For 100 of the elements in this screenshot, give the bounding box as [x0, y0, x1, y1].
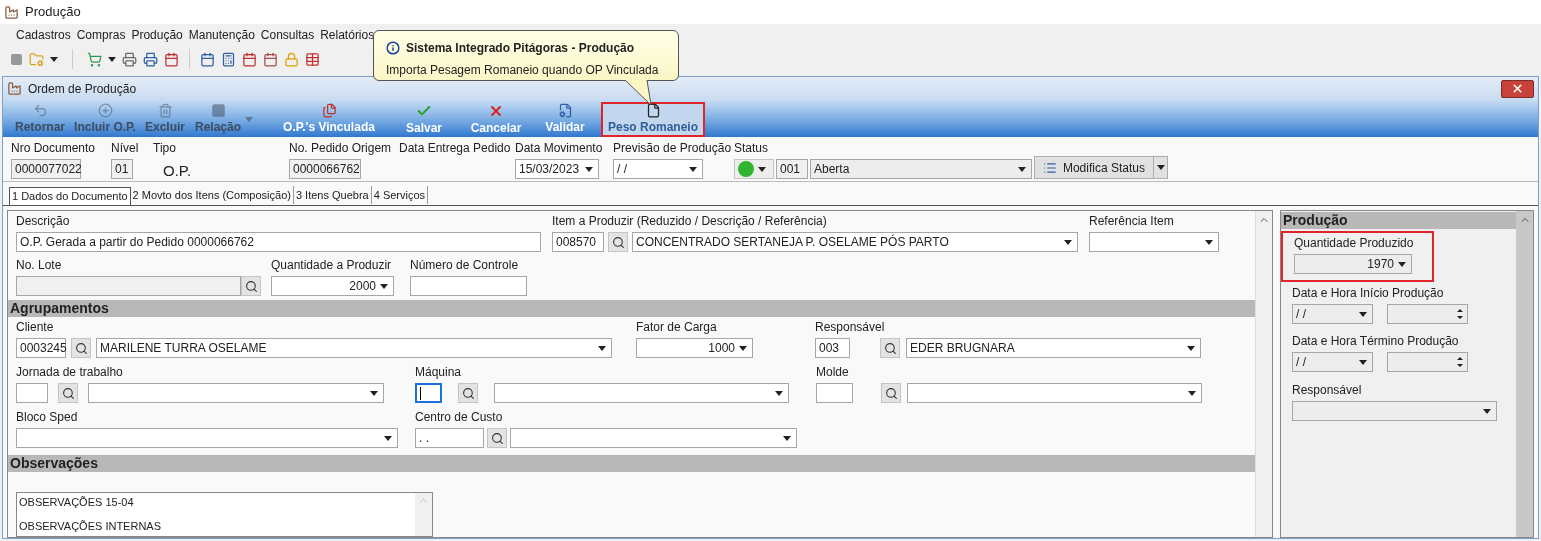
search-button[interactable]: [881, 383, 901, 403]
dropdown-field[interactable]: [510, 428, 797, 448]
list-icon: [1043, 160, 1057, 175]
dropdown-caret-icon: [384, 435, 392, 441]
dropdown-caret-icon: [1205, 239, 1213, 245]
dropdown-field[interactable]: Aberta: [810, 159, 1032, 179]
field-label: Molde: [816, 364, 850, 380]
dropdown-field[interactable]: 15/03/2023: [515, 159, 599, 179]
field-label: Jornada de trabalho: [16, 364, 124, 380]
dropdown-field[interactable]: / /: [1292, 352, 1373, 372]
field-label: Cliente: [16, 319, 55, 335]
toolbar-button[interactable]: Peso Romaneio: [601, 102, 705, 137]
dropdown-field[interactable]: [494, 383, 789, 403]
input-field[interactable]: [410, 276, 527, 296]
field-label: Responsável: [1292, 382, 1363, 398]
dropdown-field[interactable]: CONCENTRADO SERTANEJA P. OSELAME PÓS PARTO: [632, 232, 1078, 252]
dropdown-caret-icon: [1359, 359, 1367, 365]
tab[interactable]: 2 Movto dos Itens (Composição): [130, 186, 294, 204]
dropdown-caret-icon: [1187, 345, 1195, 351]
menu-item[interactable]: Compras: [76, 26, 126, 44]
calendar-icon[interactable]: [200, 51, 215, 67]
dropdown-caret-icon: [1359, 311, 1367, 317]
documents-icon: [321, 103, 337, 118]
calendar-icon[interactable]: [242, 51, 257, 67]
dropdown-caret-icon: [689, 166, 697, 172]
dropdown-field[interactable]: [907, 383, 1202, 403]
table-icon[interactable]: [305, 51, 320, 67]
field-label: Item a Produzir (Reduzido / Descrição / Referência): [552, 213, 828, 229]
search-button[interactable]: [880, 338, 900, 358]
field-label: Status: [734, 140, 770, 156]
document-type: O.P.: [163, 161, 193, 181]
field-label: Bloco Sped: [16, 409, 79, 425]
calendar-icon[interactable]: [263, 51, 278, 67]
search-icon: [461, 386, 475, 400]
dropdown-field[interactable]: EDER BRUGNARA: [906, 338, 1201, 358]
input-field[interactable]: 0000077022: [11, 159, 81, 179]
input-field[interactable]: [415, 383, 442, 403]
dropdown-field[interactable]: [88, 383, 384, 403]
search-button[interactable]: [241, 276, 261, 296]
search-icon: [611, 235, 625, 249]
printer-icon[interactable]: [122, 51, 137, 67]
search-button[interactable]: [71, 338, 91, 358]
dropdown-caret-icon: [1188, 390, 1196, 396]
dropdown-caret-icon: [1156, 165, 1165, 170]
menu-item[interactable]: Manutenção: [188, 26, 255, 44]
search-icon: [883, 341, 897, 355]
close-button[interactable]: [1501, 79, 1534, 98]
input-field[interactable]: 003: [815, 338, 850, 358]
tab[interactable]: 3 Itens Quebra: [293, 186, 372, 204]
printer-icon[interactable]: [143, 51, 158, 67]
menu-item[interactable]: Cadastros: [16, 26, 71, 44]
dropdown-button[interactable]: [1154, 156, 1168, 179]
search-button[interactable]: [487, 428, 507, 448]
modify-status-button[interactable]: Modifica Status: [1034, 156, 1154, 179]
field-label: Nível: [111, 140, 140, 156]
dropdown-field[interactable]: [1089, 232, 1219, 252]
input-field[interactable]: 008570: [552, 232, 604, 252]
menu-item[interactable]: Produção: [131, 26, 183, 44]
dropdown-field[interactable]: 2000: [271, 276, 394, 296]
trash-icon: [157, 103, 173, 118]
search-button[interactable]: [458, 383, 478, 403]
field-label: Responsável: [815, 319, 886, 335]
calendar-icon[interactable]: [164, 51, 179, 67]
input-field[interactable]: [816, 383, 853, 403]
dropdown-caret-icon: [1018, 166, 1026, 172]
input-field[interactable]: 01: [111, 159, 133, 179]
notes-textarea[interactable]: OBSERVAÇÕES 15-04 OBSERVAÇÕES INTERNAS: [16, 492, 433, 537]
dropdown-caret-icon: [380, 283, 388, 289]
time-spin-field[interactable]: [1387, 304, 1468, 324]
dropdown-field[interactable]: / /: [613, 159, 703, 179]
input-field[interactable]: 0000066762: [289, 159, 361, 179]
tab[interactable]: 4 Serviços: [371, 186, 429, 204]
search-button[interactable]: [58, 383, 78, 403]
calculator-icon[interactable]: [221, 51, 236, 67]
menu-item[interactable]: Relatórios: [320, 26, 375, 44]
field-label: Data Entrega Pedido: [399, 140, 512, 156]
note-line: OBSERVAÇÕES 15-04: [19, 495, 135, 509]
input-field[interactable]: 001: [776, 159, 808, 179]
tab[interactable]: 1 Dados do Documento: [9, 187, 131, 205]
field-label: No. Lote: [16, 257, 63, 273]
dropdown-field[interactable]: [16, 428, 398, 448]
input-field[interactable]: 0003245: [16, 338, 66, 358]
input-field[interactable]: . .: [415, 428, 484, 448]
section-header: Agrupamentos: [8, 300, 1255, 317]
dropdown-field[interactable]: [1292, 401, 1497, 421]
search-button[interactable]: [608, 232, 628, 252]
menu-item[interactable]: Consultas: [260, 26, 315, 44]
dropdown-field[interactable]: / /: [1292, 304, 1373, 324]
input-field[interactable]: O.P. Gerada a partir do Pedido 0000066762: [16, 232, 541, 252]
status-dropdown[interactable]: [734, 159, 774, 179]
dropdown-field[interactable]: 1970: [1294, 254, 1412, 274]
square-icon[interactable]: [10, 52, 23, 66]
field-label: Nro Documento: [11, 140, 97, 156]
time-spin-field[interactable]: [1387, 352, 1468, 372]
input-field[interactable]: [16, 383, 48, 403]
dropdown-field[interactable]: 1000: [636, 338, 753, 358]
cart-icon[interactable]: [87, 51, 102, 67]
dropdown-field[interactable]: MARILENE TURRA OSELAME: [96, 338, 612, 358]
info-icon: [386, 41, 400, 55]
search-icon: [244, 279, 258, 293]
